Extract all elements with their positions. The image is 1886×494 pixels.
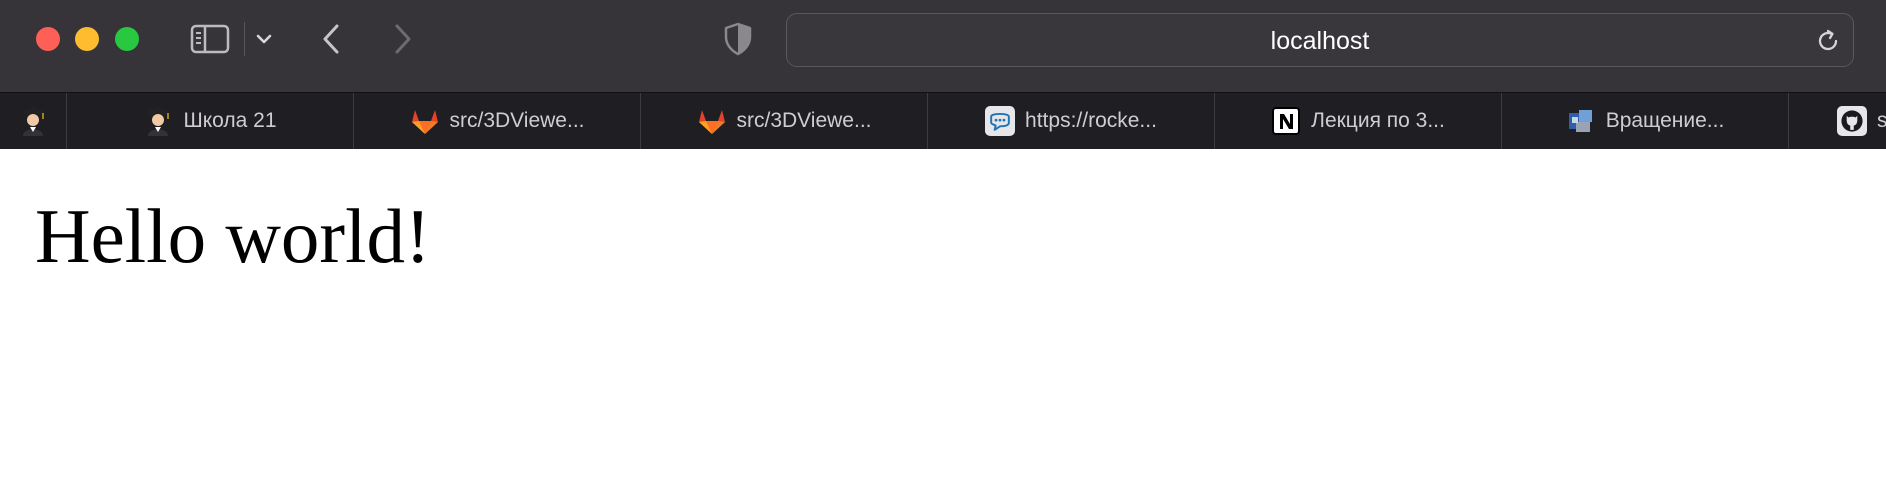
chevron-left-icon [323, 24, 339, 54]
favorite-item[interactable]: https://rocke... [928, 93, 1215, 149]
privacy-report-button[interactable] [720, 20, 756, 58]
student-avatar-icon [20, 107, 46, 136]
address-text: localhost [1270, 27, 1370, 55]
chevron-down-icon [256, 34, 272, 44]
github-icon [1837, 106, 1867, 136]
notion-icon [1271, 106, 1301, 136]
favorite-label: Вращение... [1605, 109, 1725, 132]
favorite-label: Лекция по 3... [1311, 109, 1445, 132]
forward-button[interactable] [386, 20, 420, 58]
minimize-window-button[interactable] [75, 27, 99, 51]
gitlab-icon [410, 106, 440, 136]
web-content: Hello world! [0, 149, 1886, 494]
favorite-label: src/3DViewe... [736, 109, 872, 132]
favorites-bar: Школа 21 src/3DViewe... src/3DViewe... h… [0, 92, 1886, 149]
favorite-label: src/3DViewe... [449, 109, 585, 132]
favorite-item[interactable]: Школа 21 [67, 93, 354, 149]
chevron-right-icon [395, 24, 411, 54]
shield-icon [724, 22, 752, 56]
rocketchat-icon [985, 106, 1016, 136]
maximize-window-button[interactable] [115, 27, 139, 51]
student-avatar-icon [143, 106, 173, 136]
gitlab-icon [697, 106, 727, 136]
browser-toolbar: localhost [0, 0, 1886, 92]
tab-group-menu-button[interactable] [252, 24, 276, 54]
favorite-item[interactable]: Вращение... [1502, 93, 1789, 149]
address-bar[interactable]: localhost [786, 13, 1854, 67]
favorite-label: s [1877, 109, 1886, 133]
favorite-item[interactable]: src/3DViewe... [354, 93, 641, 149]
rotation-site-icon [1566, 106, 1596, 136]
favorite-item[interactable] [0, 93, 67, 149]
page-heading: Hello world! [35, 193, 431, 279]
favorite-label: Школа 21 [183, 109, 277, 132]
sidebar-icon [190, 24, 230, 54]
favorite-label: https://rocke... [1025, 109, 1157, 132]
close-window-button[interactable] [36, 27, 60, 51]
reload-button[interactable] [1813, 26, 1843, 56]
sidebar-toggle-button[interactable] [188, 22, 232, 56]
reload-icon [1818, 29, 1838, 51]
toolbar-divider [244, 22, 245, 56]
favorite-item[interactable]: Лекция по 3... [1215, 93, 1502, 149]
back-button[interactable] [314, 20, 348, 58]
favorite-item[interactable]: src/3DViewe... [641, 93, 928, 149]
favorite-item[interactable]: s [1789, 93, 1886, 149]
